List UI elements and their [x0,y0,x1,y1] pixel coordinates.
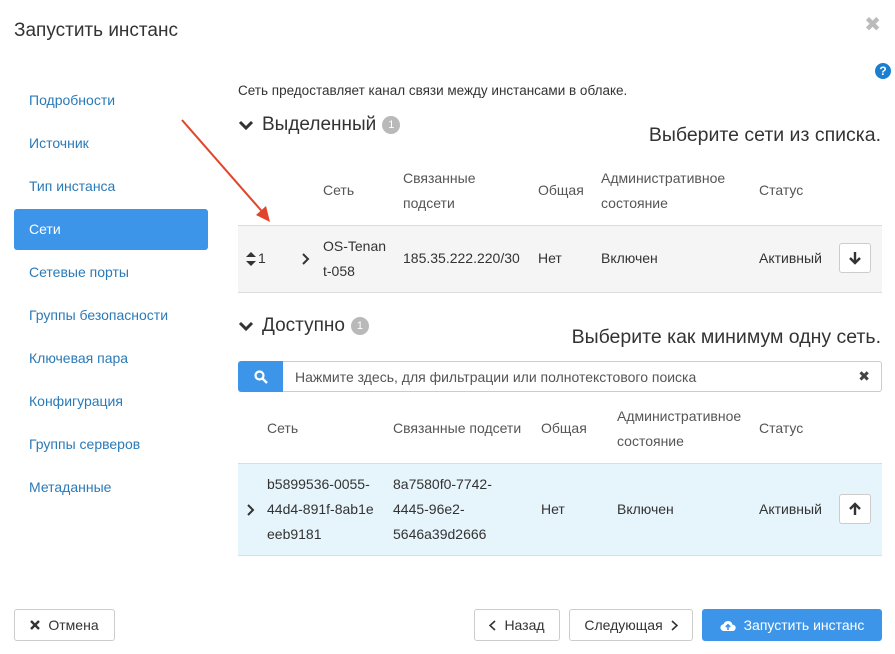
allocated-count-badge: 1 [382,116,401,134]
col-subnets-line1: Связанные [403,170,476,186]
deallocate-button[interactable] [839,243,871,273]
col-subnets[interactable]: Связанные подсети [393,416,521,441]
network-name-line2: 44d4-891f-8ab1e [267,501,374,517]
modal-title: Запустить инстанс [14,20,178,41]
col-admin-line1: Административное [617,408,742,424]
col-shared[interactable]: Общая [541,416,587,441]
arrow-up-icon [849,502,861,515]
arrow-down-icon [849,252,861,265]
available-title: Доступно [262,315,345,336]
subnets-line1: 8a7580f0-7742- [393,476,492,492]
search-icon [253,369,268,384]
row-shared: Нет [538,250,562,266]
row-network-name: b5899536-0055- 44d4-891f-8ab1e eeb9181 [267,472,374,547]
allocate-button[interactable] [839,494,871,524]
col-status[interactable]: Статус [759,416,803,441]
chevron-left-icon [489,619,496,631]
next-label: Следующая [584,617,663,633]
launch-instance-button[interactable]: Запустить инстанс [702,609,882,641]
back-button[interactable]: Назад [474,609,560,641]
sidebar-item-network-ports[interactable]: Сетевые порты [14,252,208,293]
chevron-down-icon [238,120,254,131]
allocated-hint: Выберите сети из списка. [648,124,881,146]
col-admin-line2: состояние [617,433,684,449]
sidebar-item-server-groups[interactable]: Группы серверов [14,424,208,465]
cancel-button[interactable]: Отмена [14,609,115,641]
search-button[interactable] [238,361,283,392]
clear-search-icon[interactable]: ✖ [858,368,870,385]
col-network[interactable]: Сеть [267,416,298,441]
chevron-down-icon [238,321,254,332]
col-admin-line1: Административное [601,170,726,186]
sidebar-item-key-pair[interactable]: Ключевая пара [14,338,208,379]
network-name-line3: eeb9181 [267,526,322,542]
col-admin-line2: состояние [601,195,668,211]
cancel-label: Отмена [48,617,99,633]
allocated-table-header: Сеть Связанные подсети Общая Администрат… [238,166,882,216]
col-network[interactable]: Сеть [323,178,354,203]
col-admin-state[interactable]: Административное состояние [617,404,741,454]
available-count-badge: 1 [350,317,369,335]
network-name-line1: OS-Tenan [323,238,387,254]
available-section-toggle[interactable]: Доступно 1 [238,315,369,337]
row-subnets: 185.35.222.220/30 [403,250,520,266]
network-name-line1: b5899536-0055- [267,476,370,492]
row-status: Активный [759,501,822,517]
sidebar-item-configuration[interactable]: Конфигурация [14,381,208,422]
row-subnets: 8a7580f0-7742- 4445-96e2- 5646a39d2666 [393,472,492,547]
row-order: 1 [258,250,266,266]
sidebar-item-security-groups[interactable]: Группы безопасности [14,295,208,336]
row-admin-state: Включен [617,501,674,517]
subnets-line2: 4445-96e2- [393,501,465,517]
row-status: Активный [759,250,822,266]
help-icon[interactable]: ? [875,63,891,79]
close-icon [30,620,41,630]
sort-handle-icon[interactable] [246,252,256,266]
col-subnets-line2: подсети [403,195,455,211]
col-subnets[interactable]: Связанные подсети [403,166,476,216]
launch-instance-label: Запустить инстанс [743,617,865,633]
search-input[interactable] [283,361,882,392]
available-table-header: Сеть Связанные подсети Общая Администрат… [238,404,882,454]
subnets-line3: 5646a39d2666 [393,526,487,542]
allocated-section-toggle[interactable]: Выделенный 1 [238,114,401,136]
allocated-title: Выделенный [262,114,377,135]
networks-intro: Сеть предоставляет канал связи между инс… [238,83,628,98]
sidebar-item-metadata[interactable]: Метаданные [14,467,208,508]
col-admin-state[interactable]: Административное состояние [601,166,725,216]
row-admin-state: Включен [601,250,658,266]
back-label: Назад [504,617,545,633]
table-row: 1 OS-Tenan t-058 185.35.222.220/30 Нет В… [238,225,882,293]
row-network-name: OS-Tenan t-058 [323,234,386,284]
chevron-right-icon[interactable] [302,253,310,265]
col-status[interactable]: Статус [759,178,803,203]
table-row: b5899536-0055- 44d4-891f-8ab1e eeb9181 8… [238,463,882,556]
next-button[interactable]: Следующая [569,609,693,641]
available-hint: Выберите как минимум одну сеть. [571,326,881,348]
row-shared: Нет [541,501,565,517]
cloud-upload-icon [719,620,736,631]
close-icon[interactable]: ✖ [864,12,881,37]
network-name-line2: t-058 [323,263,355,279]
chevron-right-icon [671,619,678,631]
filter-bar: ✖ [238,361,882,392]
col-shared[interactable]: Общая [538,178,584,203]
chevron-right-icon[interactable] [247,504,255,516]
